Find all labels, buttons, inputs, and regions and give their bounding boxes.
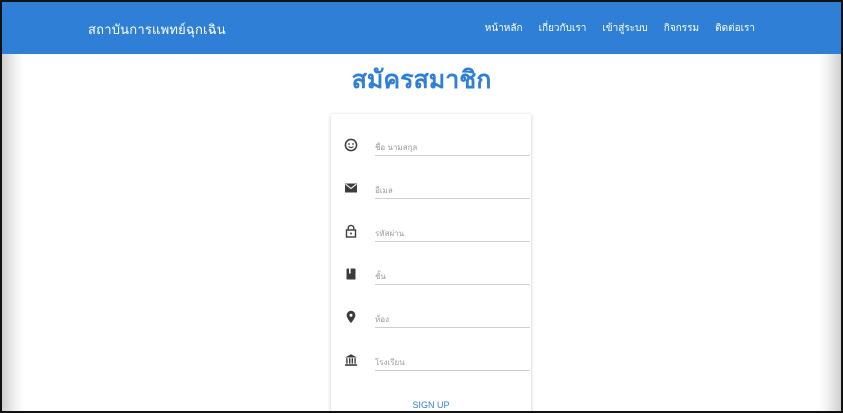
- room-input[interactable]: [375, 312, 530, 328]
- top-navbar: สถาบันการแพทย์ฉุกเฉิน หน้าหลัก เกี่ยวกับ…: [2, 2, 841, 54]
- fullname-input[interactable]: [375, 140, 530, 156]
- class-field: [344, 266, 530, 288]
- signup-button[interactable]: SIGN UP: [331, 400, 531, 410]
- password-input[interactable]: [375, 226, 530, 242]
- nav-link-activities[interactable]: กิจกรรม: [664, 21, 699, 36]
- brand-logo-text[interactable]: สถาบันการแพทย์ฉุกเฉิน: [88, 19, 226, 40]
- password-field: [344, 223, 530, 245]
- nav-link-home[interactable]: หน้าหลัก: [485, 21, 523, 36]
- fullname-field: [344, 137, 530, 159]
- book-icon: [344, 266, 358, 280]
- left-page-shadow: [2, 54, 24, 411]
- nav-link-about[interactable]: เกี่ยวกับเรา: [539, 21, 587, 36]
- face-icon: [344, 137, 358, 152]
- nav-links: หน้าหลัก เกี่ยวกับเรา เข้าสู่ระบบ กิจกรร…: [485, 21, 755, 36]
- school-input[interactable]: [375, 355, 530, 371]
- email-input[interactable]: [375, 183, 530, 199]
- page-title: สมัครสมาชิก: [351, 66, 492, 94]
- lock-icon: [344, 223, 358, 238]
- email-icon: [344, 180, 358, 194]
- location-pin-icon: [344, 309, 358, 323]
- browser-viewport: สถาบันการแพทย์ฉุกเฉิน หน้าหลัก เกี่ยวกับ…: [0, 0, 843, 413]
- class-input[interactable]: [375, 269, 530, 285]
- nav-link-login[interactable]: เข้าสู่ระบบ: [602, 21, 647, 36]
- email-field: [344, 180, 530, 202]
- bank-icon: [344, 352, 358, 366]
- school-field: [344, 352, 530, 374]
- right-page-shadow: [819, 54, 841, 411]
- room-field: [344, 309, 530, 331]
- signup-form-card: SIGN UP: [331, 114, 531, 411]
- nav-link-contact[interactable]: ติดต่อเรา: [715, 21, 755, 36]
